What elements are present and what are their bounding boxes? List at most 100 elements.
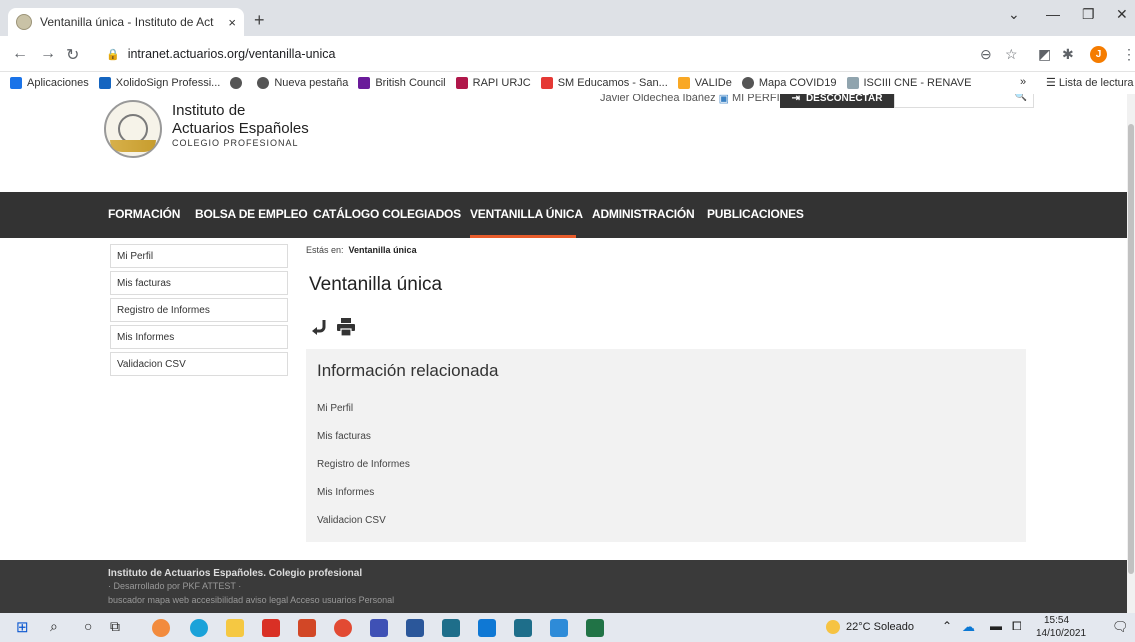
related-info-title: Información relacionada <box>317 361 499 380</box>
zoom-icon[interactable]: ⊖ <box>980 46 992 63</box>
forward-arrow-icon[interactable]: → <box>40 45 56 63</box>
battery-icon[interactable]: ▬ <box>990 619 1002 633</box>
back-return-icon[interactable] <box>310 318 328 336</box>
sidebar-item-mis-facturas[interactable]: Mis facturas <box>110 271 288 295</box>
bookmark-star-icon[interactable]: ☆ <box>1005 46 1018 63</box>
task-view-icon[interactable]: ⧉ <box>110 618 120 635</box>
acrobat-icon[interactable] <box>262 619 280 637</box>
restore-window-icon[interactable]: ❐ <box>1082 6 1095 23</box>
bookmark-apps[interactable]: Aplicaciones <box>10 77 89 89</box>
weather-text[interactable]: 22°C Soleado <box>846 621 914 633</box>
notifications-icon[interactable]: 🗨 <box>1112 619 1129 635</box>
windows-start-icon[interactable]: ⊞ <box>16 618 29 636</box>
outlook-icon[interactable] <box>478 619 496 637</box>
clock-date[interactable]: 14/10/2021 <box>1036 628 1086 639</box>
bookmark-isciii[interactable]: ISCIII CNE - RENAVE <box>846 77 971 89</box>
bookmark-label: XolidoSign Professi... <box>115 77 221 89</box>
search-icon[interactable]: 🔍 <box>1015 94 1027 102</box>
sidebar-item-registro-informes[interactable]: Registro de Informes <box>110 298 288 322</box>
chrome-icon[interactable] <box>334 619 352 637</box>
nav-bolsa-empleo[interactable]: BOLSA DE EMPLEO <box>195 207 308 221</box>
clock-time[interactable]: 15:54 <box>1044 615 1069 626</box>
url-text[interactable]: intranet.actuarios.org/ventanilla-unica <box>128 47 336 61</box>
institute-logo[interactable] <box>104 100 162 158</box>
minimize-window-icon[interactable]: — <box>1046 6 1060 22</box>
cortana-icon[interactable]: ○ <box>84 618 92 634</box>
bookmark-british-council[interactable]: British Council <box>358 77 446 89</box>
related-link-mi-perfil[interactable]: Mi Perfil <box>317 403 353 414</box>
nav-administracion[interactable]: ADMINISTRACIÓN <box>592 207 695 221</box>
profile-avatar[interactable]: J <box>1090 46 1107 63</box>
isciii-icon <box>846 77 859 89</box>
xolidosign-icon <box>98 77 111 89</box>
powerpoint-icon[interactable] <box>298 619 316 637</box>
word-icon[interactable] <box>406 619 424 637</box>
footer-developer[interactable]: · Desarrollado por PKF ATTEST · <box>108 581 241 591</box>
onedrive-icon[interactable]: ☁ <box>962 619 975 635</box>
print-icon[interactable] <box>336 318 356 336</box>
bookmark-label: SM Educamos - San... <box>557 77 668 89</box>
related-link-mis-informes[interactable]: Mis Informes <box>317 487 374 498</box>
main-navigation: FORMACIÓN BOLSA DE EMPLEO CATÁLOGO COLEG… <box>0 192 1127 238</box>
bookmark-mapa-covid[interactable]: Mapa COVID19 <box>741 77 837 89</box>
file-explorer-icon[interactable] <box>226 619 244 637</box>
sidebar-item-mi-perfil[interactable]: Mi Perfil <box>110 244 288 268</box>
footer-links[interactable]: buscador mapa web accesibilidad aviso le… <box>108 595 394 605</box>
network-icon[interactable]: ⧠ <box>1012 619 1022 634</box>
footer-title: Instituto de Actuarios Españoles. Colegi… <box>108 568 363 579</box>
sidebar-item-validacion-csv[interactable]: Validacion CSV <box>110 352 288 376</box>
menu-kebab-icon[interactable]: ⋮ <box>1122 46 1135 63</box>
extension-icon[interactable]: ◩ <box>1038 46 1051 63</box>
bookmark-nueva-pestana[interactable]: Nueva pestaña <box>257 77 348 89</box>
amazon-music-icon[interactable] <box>370 619 388 637</box>
related-link-mis-facturas[interactable]: Mis facturas <box>317 431 371 442</box>
address-bar[interactable]: 🔒 intranet.actuarios.org/ventanilla-unic… <box>98 41 998 67</box>
weather-sun-icon[interactable] <box>826 620 840 634</box>
nav-publicaciones[interactable]: PUBLICACIONES <box>707 207 804 221</box>
page-scrollbar[interactable] <box>1127 94 1135 613</box>
breadcrumb-current[interactable]: Ventanilla única <box>349 245 417 255</box>
nav-formacion[interactable]: FORMACIÓN <box>108 207 180 221</box>
bookmark-label: British Council <box>375 77 446 89</box>
edge-icon[interactable] <box>190 619 208 637</box>
disconnect-button[interactable]: ⇥ DESCONECTAR <box>780 94 894 108</box>
bookmark-xolidosign[interactable]: XolidoSign Professi... <box>98 77 221 89</box>
related-link-validacion-csv[interactable]: Validacion CSV <box>317 515 386 526</box>
bookmark-rapi-urjc[interactable]: RAPI URJC <box>455 77 531 89</box>
my-profile-link[interactable]: MI PERFIL <box>732 94 786 104</box>
puzzle-extensions-icon[interactable]: ✱ <box>1062 46 1074 63</box>
remote-app-icon[interactable] <box>514 619 532 637</box>
search-icon[interactable]: ⌕ <box>50 618 58 635</box>
breadcrumb: Estás en: Ventanilla única <box>306 245 417 255</box>
bookmark-globe[interactable] <box>230 77 247 89</box>
sidebar-item-mis-informes[interactable]: Mis Informes <box>110 325 288 349</box>
close-window-icon[interactable]: ✕ <box>1116 6 1128 23</box>
teams-icon[interactable] <box>442 619 460 637</box>
scrollbar-thumb[interactable] <box>1128 124 1134 574</box>
user-bar: Javier Oldechea Ibáñez ▣ MI PERFIL <box>600 94 786 106</box>
related-link-registro-informes[interactable]: Registro de Informes <box>317 459 410 470</box>
lock-icon[interactable]: 🔒 <box>106 48 120 61</box>
bookmarks-overflow-button[interactable]: » <box>1020 76 1026 88</box>
reading-list-button[interactable]: ☰ Lista de lectura <box>1046 76 1134 89</box>
browser-tab-active[interactable]: Ventanilla única - Instituto de Act × <box>8 8 244 36</box>
bookmark-valide[interactable]: VALIDe <box>677 77 732 89</box>
media-player-icon[interactable] <box>550 619 568 637</box>
site-search-input[interactable]: 🔍 <box>894 94 1034 108</box>
page-footer: Instituto de Actuarios Españoles. Colegi… <box>0 560 1127 613</box>
site-favicon-icon <box>16 14 32 30</box>
bookmark-label: RAPI URJC <box>472 77 531 89</box>
bookmark-sm-educamos[interactable]: SM Educamos - San... <box>540 77 668 89</box>
bookmark-label: VALIDe <box>694 77 732 89</box>
nav-ventanilla-unica[interactable]: VENTANILLA ÚNICA <box>470 207 583 221</box>
reload-icon[interactable]: ↻ <box>66 45 79 65</box>
nav-catalogo-colegiados[interactable]: CATÁLOGO COLEGIADOS <box>313 207 461 221</box>
back-arrow-icon[interactable]: ← <box>12 45 28 63</box>
tab-close-icon[interactable]: × <box>228 15 236 30</box>
excel-icon[interactable] <box>586 619 604 637</box>
new-tab-button[interactable]: + <box>254 10 265 31</box>
tab-search-chevron-icon[interactable]: ⌄ <box>1008 6 1020 23</box>
windows-taskbar: ⊞ ⌕ ○ ⧉ 22°C Soleado ⌃ ☁ ▬ ⧠ 15:54 14/10… <box>0 613 1135 642</box>
firefox-icon[interactable] <box>152 619 170 637</box>
tray-chevron-icon[interactable]: ⌃ <box>942 619 952 633</box>
